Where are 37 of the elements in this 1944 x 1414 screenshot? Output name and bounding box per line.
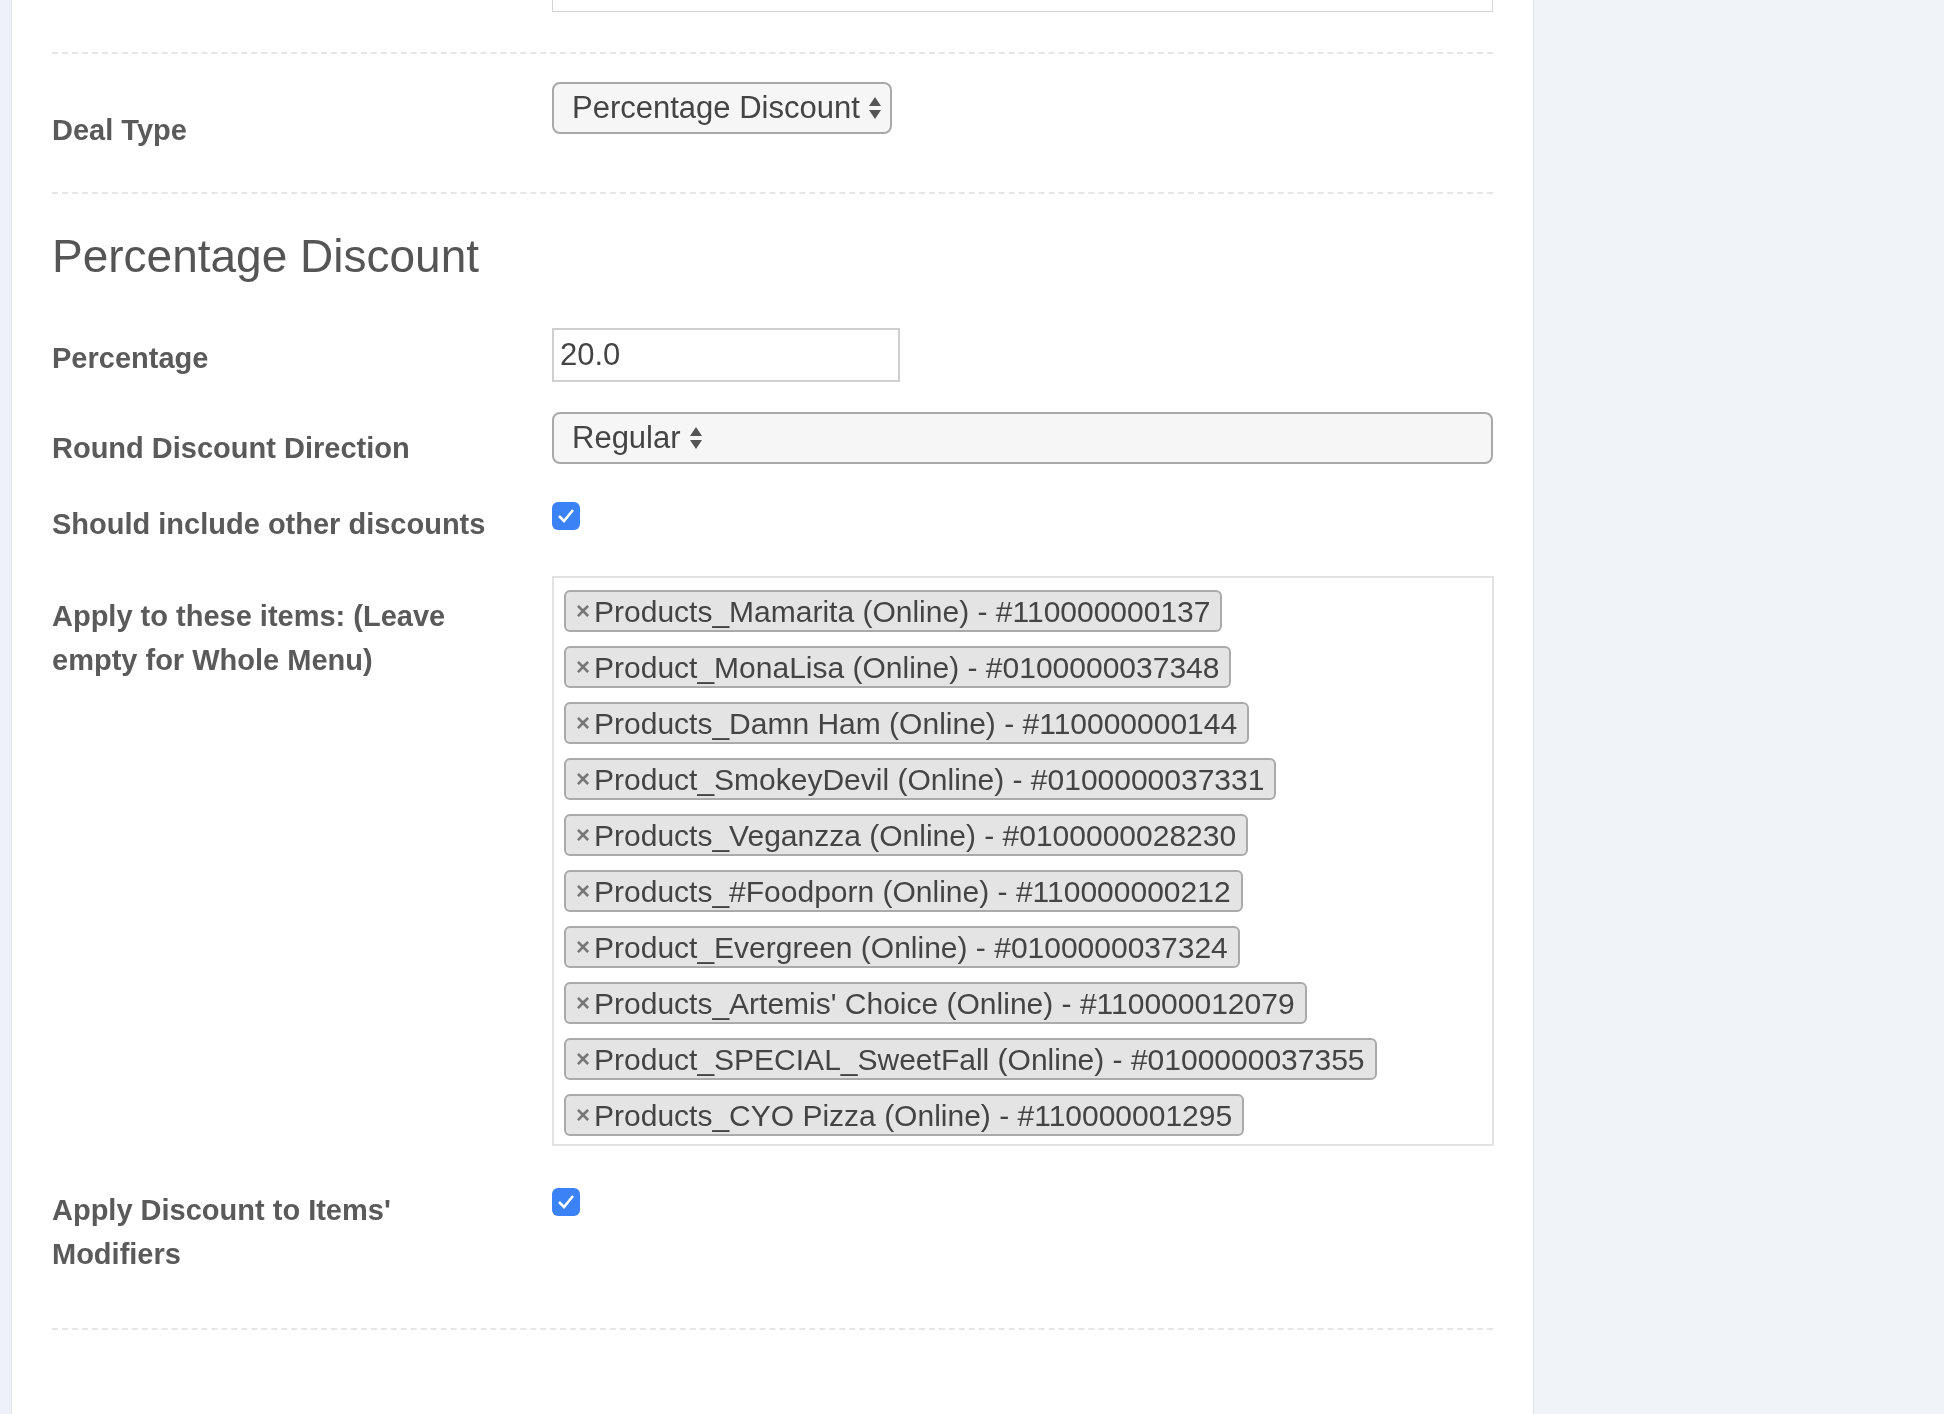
tag-label: Product_SmokeyDevil (Online) - #0100000037331 [594,761,1265,798]
field-label: Apply Discount to Items' Modifiers [52,1193,392,1272]
updown-arrows-icon [867,96,882,120]
tag-label: Products_Artemis' Choice (Online) - #110000012079 [594,985,1295,1022]
tag-label: Product_MonaLisa (Online) - #0100000037348 [594,649,1220,686]
remove-tag-button[interactable]: × [576,761,590,797]
remove-tag-button[interactable]: × [576,649,590,685]
remove-tag-button[interactable]: × [576,1041,590,1077]
remove-tag-button[interactable]: × [576,1097,590,1133]
checkbox[interactable] [552,502,580,530]
tag-label: Product_SPECIAL_SweetFall (Online) - #0100000037355 [594,1041,1365,1078]
checkmark-icon [557,1194,575,1210]
remove-tag-button[interactable]: × [576,817,590,853]
select-dropdown[interactable]: Percentage Discount [552,82,892,134]
field-label: Round Discount Direction [52,431,411,466]
checkbox[interactable] [552,1188,580,1216]
checkmark-icon [557,508,575,524]
field-label: Deal Type [52,113,188,148]
multi-select-field[interactable] [552,576,1494,1146]
tag-label: Products_Mamarita (Online) - #110000000137 [594,593,1211,630]
field-label: Percentage [52,341,210,376]
remove-tag-button[interactable]: × [576,985,590,1021]
remove-tag-button[interactable]: × [576,593,590,629]
select-dropdown[interactable]: Regular [552,412,1493,464]
tag-label: Product_Evergreen (Online) - #0100000037324 [594,929,1228,966]
section-heading: Percentage Discount [52,229,481,284]
tag-label: Products_Damn Ham (Online) - #110000000144 [594,705,1238,742]
tag-label: Products_#Foodporn (Online) - #110000000212 [594,873,1231,910]
tag-label: Products_CYO Pizza (Online) - #110000001295 [594,1097,1233,1134]
remove-tag-button[interactable]: × [576,705,590,741]
field-label: Should include other discounts [52,507,487,542]
percentage-input[interactable]: 20.0 [552,328,900,382]
remove-tag-button[interactable]: × [576,929,590,965]
field-label: Apply to these items: (Leave empty for Whole Menu) [52,599,447,678]
updown-arrows-icon [688,426,703,450]
remove-tag-button[interactable]: × [576,873,590,909]
tag-label: Products_Veganzza (Online) - #0100000028230 [594,817,1237,854]
